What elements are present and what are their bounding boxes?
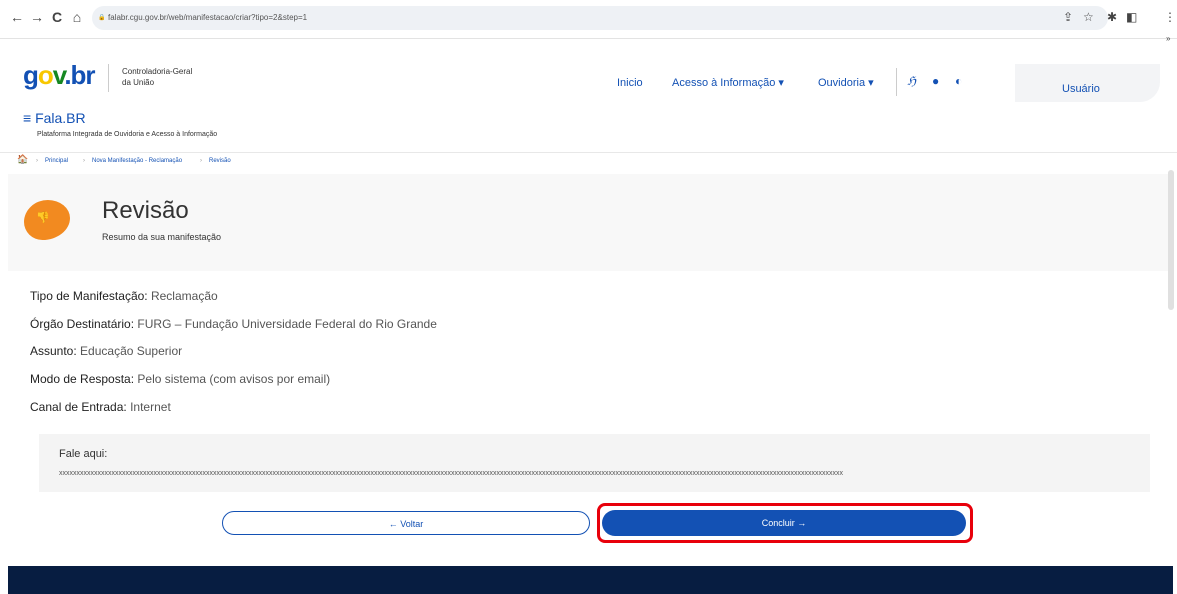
sidepanel-icon[interactable]: ◧: [1126, 8, 1137, 26]
breadcrumb-separator: ›: [83, 158, 85, 164]
star-icon[interactable]: ☆: [1083, 8, 1094, 26]
summary-row-assunto: Assunto: Educação Superior: [30, 344, 182, 358]
organization-name: Controladoria-Geral da União: [122, 66, 242, 88]
scrollbar[interactable]: [1168, 170, 1174, 310]
summary-value: Reclamação: [150, 289, 218, 303]
chevron-icon[interactable]: »: [1166, 30, 1170, 48]
fale-aqui-box: [39, 434, 1150, 492]
govbr-logo[interactable]: gov.br: [23, 60, 96, 90]
summary-row-orgao: Órgão Destinatário: FURG – Fundação Univ…: [30, 317, 437, 331]
voltar-button[interactable]: ← Voltar: [222, 511, 590, 535]
logo-br: .br: [64, 60, 95, 90]
url-text[interactable]: falabr.cgu.gov.br/web/manifestacao/criar…: [108, 6, 307, 30]
app-name: Fala.BR: [35, 110, 86, 126]
app-subtitle: Plataforma Integrada de Ouvidoria e Aces…: [37, 131, 218, 138]
share-icon[interactable]: ⇪: [1063, 8, 1073, 26]
breadcrumb-revisao: Revisão: [209, 158, 231, 164]
menu-ouvidoria[interactable]: Ouvidoria ▾: [818, 77, 874, 89]
summary-key: Assunto:: [30, 344, 77, 358]
breadcrumb-nova-manifestacao[interactable]: Nova Manifestação - Reclamação: [92, 157, 182, 165]
breadcrumb-principal[interactable]: Principal: [45, 157, 68, 165]
logo-divider: [108, 64, 109, 92]
summary-key: Tipo de Manifestação:: [30, 289, 148, 303]
lock-icon[interactable]: 🔒: [98, 6, 105, 30]
hamburger-icon[interactable]: ≡: [23, 110, 31, 126]
back-arrow-icon[interactable]: ←: [8, 8, 26, 26]
summary-key: Órgão Destinatário:: [30, 317, 135, 331]
summary-key: Modo de Resposta:: [30, 372, 135, 386]
summary-row-canal: Canal de Entrada: Internet: [30, 400, 171, 414]
fale-aqui-text: xxxxxxxxxxxxxxxxxxxxxxxxxxxxxxxxxxxxxxxx…: [59, 470, 843, 477]
home-icon[interactable]: 🏠: [17, 155, 28, 164]
summary-value: Internet: [130, 400, 171, 414]
menu-icon[interactable]: ⋮: [1164, 8, 1176, 26]
home-icon[interactable]: ⌂: [68, 8, 86, 26]
summary-row-modo: Modo de Resposta: Pelo sistema (com avis…: [30, 372, 330, 386]
thumbs-down-icon: 👎: [36, 212, 50, 224]
page-subtitle: Resumo da sua manifestação: [102, 232, 222, 242]
summary-key: Canal de Entrada:: [30, 400, 127, 414]
palette-icon[interactable]: ●: [932, 75, 939, 87]
org-line-1: Controladoria-Geral: [122, 67, 193, 76]
forward-arrow-icon[interactable]: →: [28, 8, 46, 26]
logo-o: o: [37, 60, 54, 90]
menu-inicio[interactable]: Inicio: [617, 77, 643, 89]
org-line-2: da União: [122, 78, 155, 87]
page-title: Revisão: [102, 197, 189, 224]
footer: [8, 566, 1173, 594]
logo-v: v: [52, 60, 65, 90]
menu-divider: [896, 68, 897, 96]
summary-value: Pelo sistema (com avisos por email): [137, 372, 331, 386]
summary-row-tipo: Tipo de Manifestação: Reclamação: [30, 289, 218, 303]
app-title[interactable]: ≡ Fala.BR: [23, 110, 86, 126]
fale-aqui-label: Fale aqui:: [59, 448, 108, 460]
logo-g: g: [23, 60, 39, 90]
breadcrumb-separator: ›: [200, 158, 202, 164]
summary-value: Educação Superior: [80, 344, 183, 358]
reload-icon[interactable]: C: [48, 8, 66, 26]
summary-value: FURG – Fundação Universidade Federal do …: [137, 317, 437, 331]
concluir-button[interactable]: Concluir →: [602, 510, 966, 536]
contrast-icon[interactable]: ◐: [955, 75, 962, 87]
libras-icon[interactable]: ℌ: [907, 75, 916, 87]
menu-acesso-informacao[interactable]: Acesso à Informação ▾: [672, 77, 784, 89]
user-label[interactable]: Usuário: [1062, 83, 1100, 95]
extensions-icon[interactable]: ✱: [1107, 8, 1117, 26]
breadcrumb-separator: ›: [36, 158, 38, 164]
